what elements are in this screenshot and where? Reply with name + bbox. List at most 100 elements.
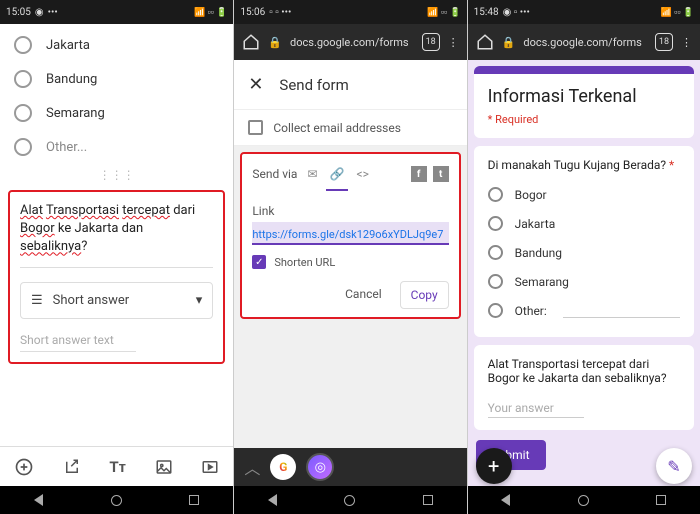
embed-icon[interactable]: <> [356,167,368,181]
status-time: 15:06 [240,7,265,18]
send-via-row: Send via ✉ 🔗 <> f t [252,162,448,194]
radio-option[interactable]: Bandung [488,238,680,267]
radio-option[interactable]: Jakarta [0,28,233,62]
video-icon[interactable] [201,458,219,476]
url-text[interactable]: docs.google.com/forms [290,36,414,49]
form-preview-content: Informasi Terkenal * Required Di manakah… [468,60,700,514]
chevron-up-icon[interactable]: ︿ [244,455,260,479]
status-bar: 15:06▫ ▫ ••• 📶 ▫▫ 🔋 [234,0,466,24]
panel-form-editor: 15:05◉••• 📶 ▫▫ 🔋 Jakarta Bandung Semaran… [0,0,233,514]
camera-fab-icon[interactable]: ◎ [306,453,334,481]
browser-url-bar: 🔒 docs.google.com/forms 18 ⋮ [234,24,466,60]
text-icon[interactable]: Tᴛ [109,458,126,476]
recents-icon[interactable] [189,495,199,505]
link-input[interactable]: https://forms.gle/dsk129o6xYDLJq9e7 [252,222,448,245]
twitter-icon[interactable]: t [433,166,449,182]
lock-icon: 🔒 [502,36,516,49]
back-icon[interactable] [34,494,43,506]
image-icon[interactable] [155,458,173,476]
cancel-button[interactable]: Cancel [335,281,392,309]
required-label: * Required [488,113,680,126]
radio-option[interactable]: Semarang [488,267,680,296]
question-text: Alat Transportasi tercepat dari Bogor ke… [488,357,680,385]
radio-icon [488,187,503,202]
recents-icon[interactable] [656,495,666,505]
form-title-card: Informasi Terkenal * Required [474,66,694,138]
lock-icon: 🔒 [268,36,282,49]
editor-toolbar: Tᴛ [0,446,233,486]
radio-label: Bogor [515,188,547,202]
browser-home-icon[interactable] [476,33,494,51]
radio-label: Semarang [515,275,569,289]
status-bar: 15:05◉••• 📶 ▫▫ 🔋 [0,0,233,24]
link-icon[interactable]: 🔗 [330,167,345,181]
collect-emails-row[interactable]: Collect email addresses [234,110,466,146]
radio-option-other[interactable]: Other: [488,296,680,325]
drag-handle-icon[interactable]: ⋮⋮⋮ [0,164,233,186]
radio-option[interactable]: Jakarta [488,209,680,238]
radio-icon [14,138,32,156]
radio-option[interactable]: Semarang [0,96,233,130]
android-nav [468,486,700,514]
question-text: Di manakah Tugu Kujang Berada? * [488,158,680,172]
signal-icon: 📶 ▫▫ 🔋 [194,7,227,18]
editor-content: Jakarta Bandung Semarang Other... ⋮⋮⋮ Al… [0,24,233,514]
copy-button[interactable]: Copy [400,281,449,309]
menu-icon[interactable]: ⋮ [681,36,692,49]
import-icon[interactable] [63,458,81,476]
short-answer-icon: ☰ [31,293,43,308]
back-icon[interactable] [501,494,510,506]
shorten-label: Shorten URL [274,256,335,269]
question-card-1: Di manakah Tugu Kujang Berada? * Bogor J… [474,146,694,337]
home-icon[interactable] [578,495,589,506]
status-time: 15:05 [6,7,31,18]
send-form-title: Send form [279,76,348,94]
radio-label: Other: [515,304,547,318]
close-icon[interactable]: ✕ [248,74,263,95]
add-question-icon[interactable] [14,457,34,477]
radio-label: Bandung [515,246,562,260]
notif-icon: ◉ ▫ ••• [503,7,530,18]
url-text[interactable]: docs.google.com/forms [523,36,647,49]
question-type-select[interactable]: ☰Short answer ▾ [20,282,213,319]
question-title[interactable]: Alat Transportasi tercepat dari Bogor ke… [20,202,213,257]
radio-icon [14,104,32,122]
checkbox-checked-icon: ✓ [252,255,266,269]
email-icon[interactable]: ✉ [307,167,317,181]
panel-send-form: 15:06▫ ▫ ••• 📶 ▫▫ 🔋 🔒 docs.google.com/fo… [233,0,466,514]
signal-icon: 📶 ▫▫ 🔋 [661,7,694,18]
checkbox-icon [248,120,263,135]
panel-form-preview: 15:48 ◉ ▫ ••• 📶 ▫▫ 🔋 🔒 docs.google.com/fo… [467,0,700,514]
home-icon[interactable] [111,495,122,506]
radio-label: Bandung [46,72,97,87]
facebook-icon[interactable]: f [411,166,427,182]
google-icon[interactable]: G [270,454,296,480]
other-input[interactable] [563,304,680,318]
short-answer-placeholder: Short answer text [20,333,136,352]
notif-icon: ▫ ▫ ••• [269,7,291,18]
shorten-url-row[interactable]: ✓ Shorten URL [252,255,448,269]
edit-fab[interactable]: ✎ [656,448,692,484]
radio-option[interactable]: Bogor [488,180,680,209]
whatsapp-icon: ◉ [35,7,44,18]
tabs-button[interactable]: 18 [655,33,673,51]
radio-option[interactable]: Bandung [0,62,233,96]
status-time: 15:48 [474,7,499,18]
chevron-down-icon: ▾ [196,293,203,308]
radio-icon [488,274,503,289]
new-tab-fab[interactable]: + [476,448,512,484]
back-icon[interactable] [268,494,277,506]
menu-icon[interactable]: ⋮ [448,36,459,49]
radio-label: Other... [46,140,87,155]
tabs-button[interactable]: 18 [422,33,440,51]
radio-icon [14,70,32,88]
status-bar: 15:48 ◉ ▫ ••• 📶 ▫▫ 🔋 [468,0,700,24]
home-icon[interactable] [344,495,355,506]
radio-icon [488,245,503,260]
browser-home-icon[interactable] [242,33,260,51]
recents-icon[interactable] [423,495,433,505]
link-section-label: Link [252,204,448,218]
radio-option-other[interactable]: Other... [0,130,233,164]
your-answer-input[interactable]: Your answer [488,395,584,418]
question-card[interactable]: Alat Transportasi tercepat dari Bogor ke… [8,190,225,364]
